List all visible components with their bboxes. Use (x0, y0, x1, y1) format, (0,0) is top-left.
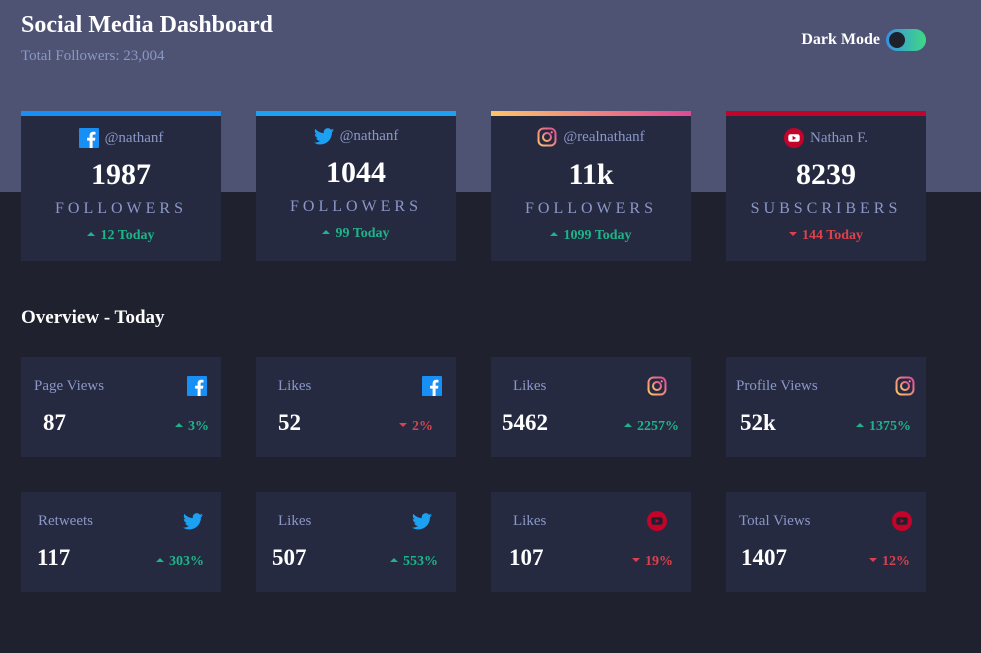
twitter-icon (412, 513, 432, 530)
card-facebook[interactable]: @nathanf 1987 FOLLOWERS 12 Today (21, 111, 221, 261)
card-handle-row: Nathan F. (726, 128, 926, 148)
card-handle-row: @nathanf (256, 128, 456, 145)
tile-percent: 2% (399, 419, 433, 435)
dark-mode-toggle[interactable] (886, 29, 926, 51)
overview-tile-retweets[interactable]: Retweets 117 303% (21, 492, 221, 592)
overview-tile-instagram-likes[interactable]: Likes 5462 2257% (491, 357, 691, 457)
youtube-icon (784, 128, 805, 148)
tile-label: Likes (513, 513, 547, 529)
tile-value: 52k (740, 410, 776, 435)
overview-tile-facebook-likes[interactable]: Likes 52 2% (256, 357, 456, 457)
tile-percent: 303% (156, 554, 204, 570)
tile-percent: 1375% (856, 419, 911, 435)
card-today: 1099 Today (491, 228, 691, 244)
card-today: 144 Today (726, 228, 926, 244)
card-youtube[interactable]: Nathan F. 8239 SUBSCRIBERS 144 Today (726, 111, 926, 261)
youtube-icon (892, 511, 912, 531)
instagram-icon (647, 376, 667, 396)
tile-percent: 3% (175, 419, 209, 435)
arrow-up-icon (156, 557, 164, 562)
card-twitter[interactable]: @nathanf 1044 FOLLOWERS 99 Today (256, 111, 456, 261)
card-handle: @nathanf (339, 128, 399, 144)
tile-label: Profile Views (736, 378, 818, 394)
arrow-up-icon (175, 422, 183, 427)
overview-title: Overview - Today (21, 307, 165, 328)
card-unit: FOLLOWERS (525, 200, 657, 217)
tile-percent: 19% (632, 554, 673, 570)
overview-tile-youtube-likes[interactable]: Likes 107 19% (491, 492, 691, 592)
card-today: 99 Today (256, 226, 456, 242)
total-followers: Total Followers: 23,004 (21, 48, 165, 64)
tile-value: 117 (37, 545, 71, 570)
card-handle: @realnathanf (563, 128, 645, 145)
arrow-down-icon (869, 557, 877, 562)
arrow-up-icon (322, 229, 331, 234)
card-handle-row: @realnathanf (491, 127, 691, 147)
card-count: 11k (568, 158, 614, 191)
card-handle: @nathanf (104, 129, 164, 146)
card-unit: FOLLOWERS (55, 200, 187, 217)
card-today: 12 Today (21, 228, 221, 244)
tile-percent: 2257% (624, 419, 679, 435)
arrow-down-icon (632, 557, 640, 562)
overview-tile-twitter-likes[interactable]: Likes 507 553% (256, 492, 456, 592)
instagram-icon (537, 127, 557, 147)
overview-tile-total-views[interactable]: Total Views 1407 12% (726, 492, 926, 592)
facebook-icon (187, 376, 207, 396)
tile-label: Likes (278, 513, 312, 529)
arrow-down-icon (788, 231, 797, 236)
facebook-icon (422, 376, 442, 396)
tile-label: Retweets (38, 513, 93, 529)
arrow-up-icon (550, 231, 559, 236)
instagram-icon (895, 376, 915, 396)
arrow-down-icon (399, 422, 407, 427)
card-instagram[interactable]: @realnathanf 11k FOLLOWERS 1099 Today (491, 111, 691, 261)
tile-label: Likes (278, 378, 312, 394)
tile-label: Likes (513, 378, 547, 394)
header: Social Media Dashboard Total Followers: … (21, 12, 926, 72)
tile-percent: 12% (869, 554, 910, 570)
card-count: 8239 (796, 158, 856, 191)
facebook-icon (78, 128, 99, 148)
arrow-up-icon (856, 422, 864, 427)
tile-percent: 553% (390, 554, 438, 570)
dark-mode-label: Dark Mode (801, 31, 880, 48)
tile-value: 5462 (502, 410, 548, 435)
twitter-icon (183, 513, 203, 530)
overview-tile-page-views[interactable]: Page Views 87 3% (21, 357, 221, 457)
youtube-icon (647, 511, 667, 531)
tile-label: Page Views (34, 378, 105, 394)
tile-value: 52 (278, 410, 301, 435)
card-unit: FOLLOWERS (290, 198, 422, 215)
card-handle: Nathan F. (810, 129, 868, 146)
card-handle-row: @nathanf (21, 128, 221, 148)
tile-value: 107 (509, 545, 544, 570)
tile-value: 507 (272, 545, 307, 570)
tile-value: 87 (43, 410, 66, 435)
card-count: 1044 (326, 156, 386, 189)
tile-value: 1407 (741, 545, 787, 570)
card-unit: SUBSCRIBERS (750, 200, 902, 217)
twitter-icon (313, 128, 334, 145)
toggle-knob (889, 32, 905, 48)
arrow-up-icon (390, 557, 398, 562)
page-title: Social Media Dashboard (21, 12, 274, 38)
tile-label: Total Views (739, 513, 811, 529)
arrow-up-icon (624, 422, 632, 427)
arrow-up-icon (87, 231, 96, 236)
overview-tile-profile-views[interactable]: Profile Views 52k 1375% (726, 357, 926, 457)
dark-mode-control: Dark Mode (801, 28, 926, 52)
card-count: 1987 (91, 158, 151, 191)
